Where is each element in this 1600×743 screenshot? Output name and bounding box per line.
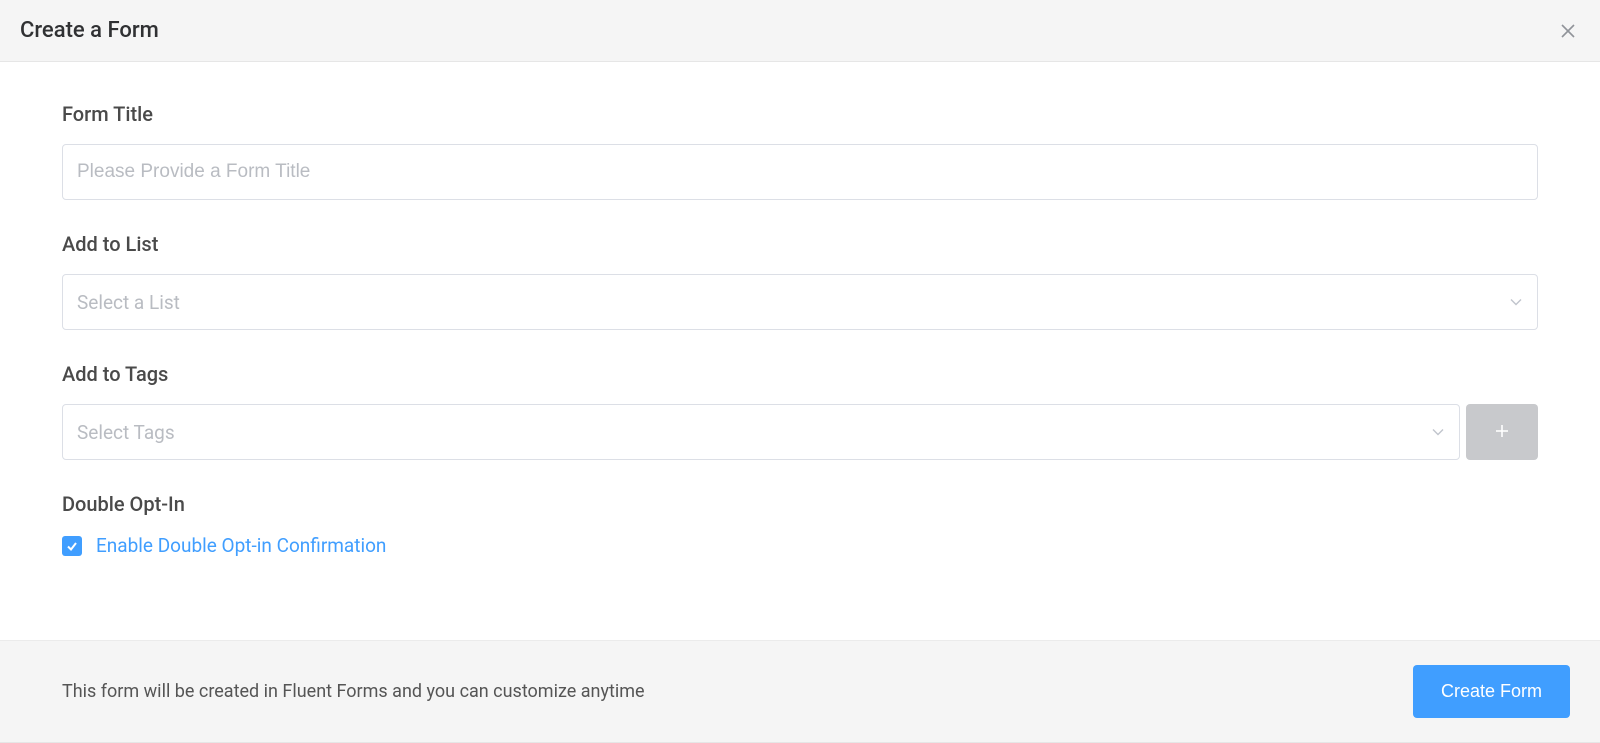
- form-title-input[interactable]: [62, 144, 1538, 200]
- add-to-tags-label: Add to Tags: [62, 362, 1538, 386]
- close-button[interactable]: [1556, 19, 1580, 43]
- form-title-label: Form Title: [62, 102, 1538, 126]
- create-form-modal: Create a Form Form Title Add to List Sel…: [0, 0, 1600, 743]
- double-optin-checkbox-label: Enable Double Opt-in Confirmation: [96, 534, 386, 557]
- double-optin-label: Double Opt-In: [62, 492, 1538, 516]
- list-select[interactable]: Select a List: [62, 274, 1538, 330]
- add-to-tags-group: Add to Tags Select Tags: [62, 362, 1538, 460]
- list-select-placeholder: Select a List: [77, 291, 180, 314]
- add-tag-button[interactable]: [1466, 404, 1538, 460]
- chevron-down-icon: [1509, 291, 1523, 314]
- checkbox-checked-icon: [62, 536, 82, 556]
- tags-select[interactable]: Select Tags: [62, 404, 1460, 460]
- add-to-list-label: Add to List: [62, 232, 1538, 256]
- modal-body: Form Title Add to List Select a List Add…: [0, 62, 1600, 640]
- footer-note: This form will be created in Fluent Form…: [62, 681, 645, 702]
- plus-icon: [1495, 421, 1509, 444]
- modal-title: Create a Form: [20, 18, 159, 43]
- modal-footer: This form will be created in Fluent Form…: [0, 640, 1600, 742]
- tags-select-placeholder: Select Tags: [77, 421, 175, 444]
- double-optin-checkbox-row[interactable]: Enable Double Opt-in Confirmation: [62, 534, 1538, 557]
- create-form-button[interactable]: Create Form: [1413, 665, 1570, 718]
- add-to-list-group: Add to List Select a List: [62, 232, 1538, 330]
- double-optin-group: Double Opt-In Enable Double Opt-in Confi…: [62, 492, 1538, 557]
- modal-header: Create a Form: [0, 0, 1600, 62]
- chevron-down-icon: [1431, 421, 1445, 444]
- close-icon: [1560, 23, 1576, 39]
- form-title-group: Form Title: [62, 102, 1538, 200]
